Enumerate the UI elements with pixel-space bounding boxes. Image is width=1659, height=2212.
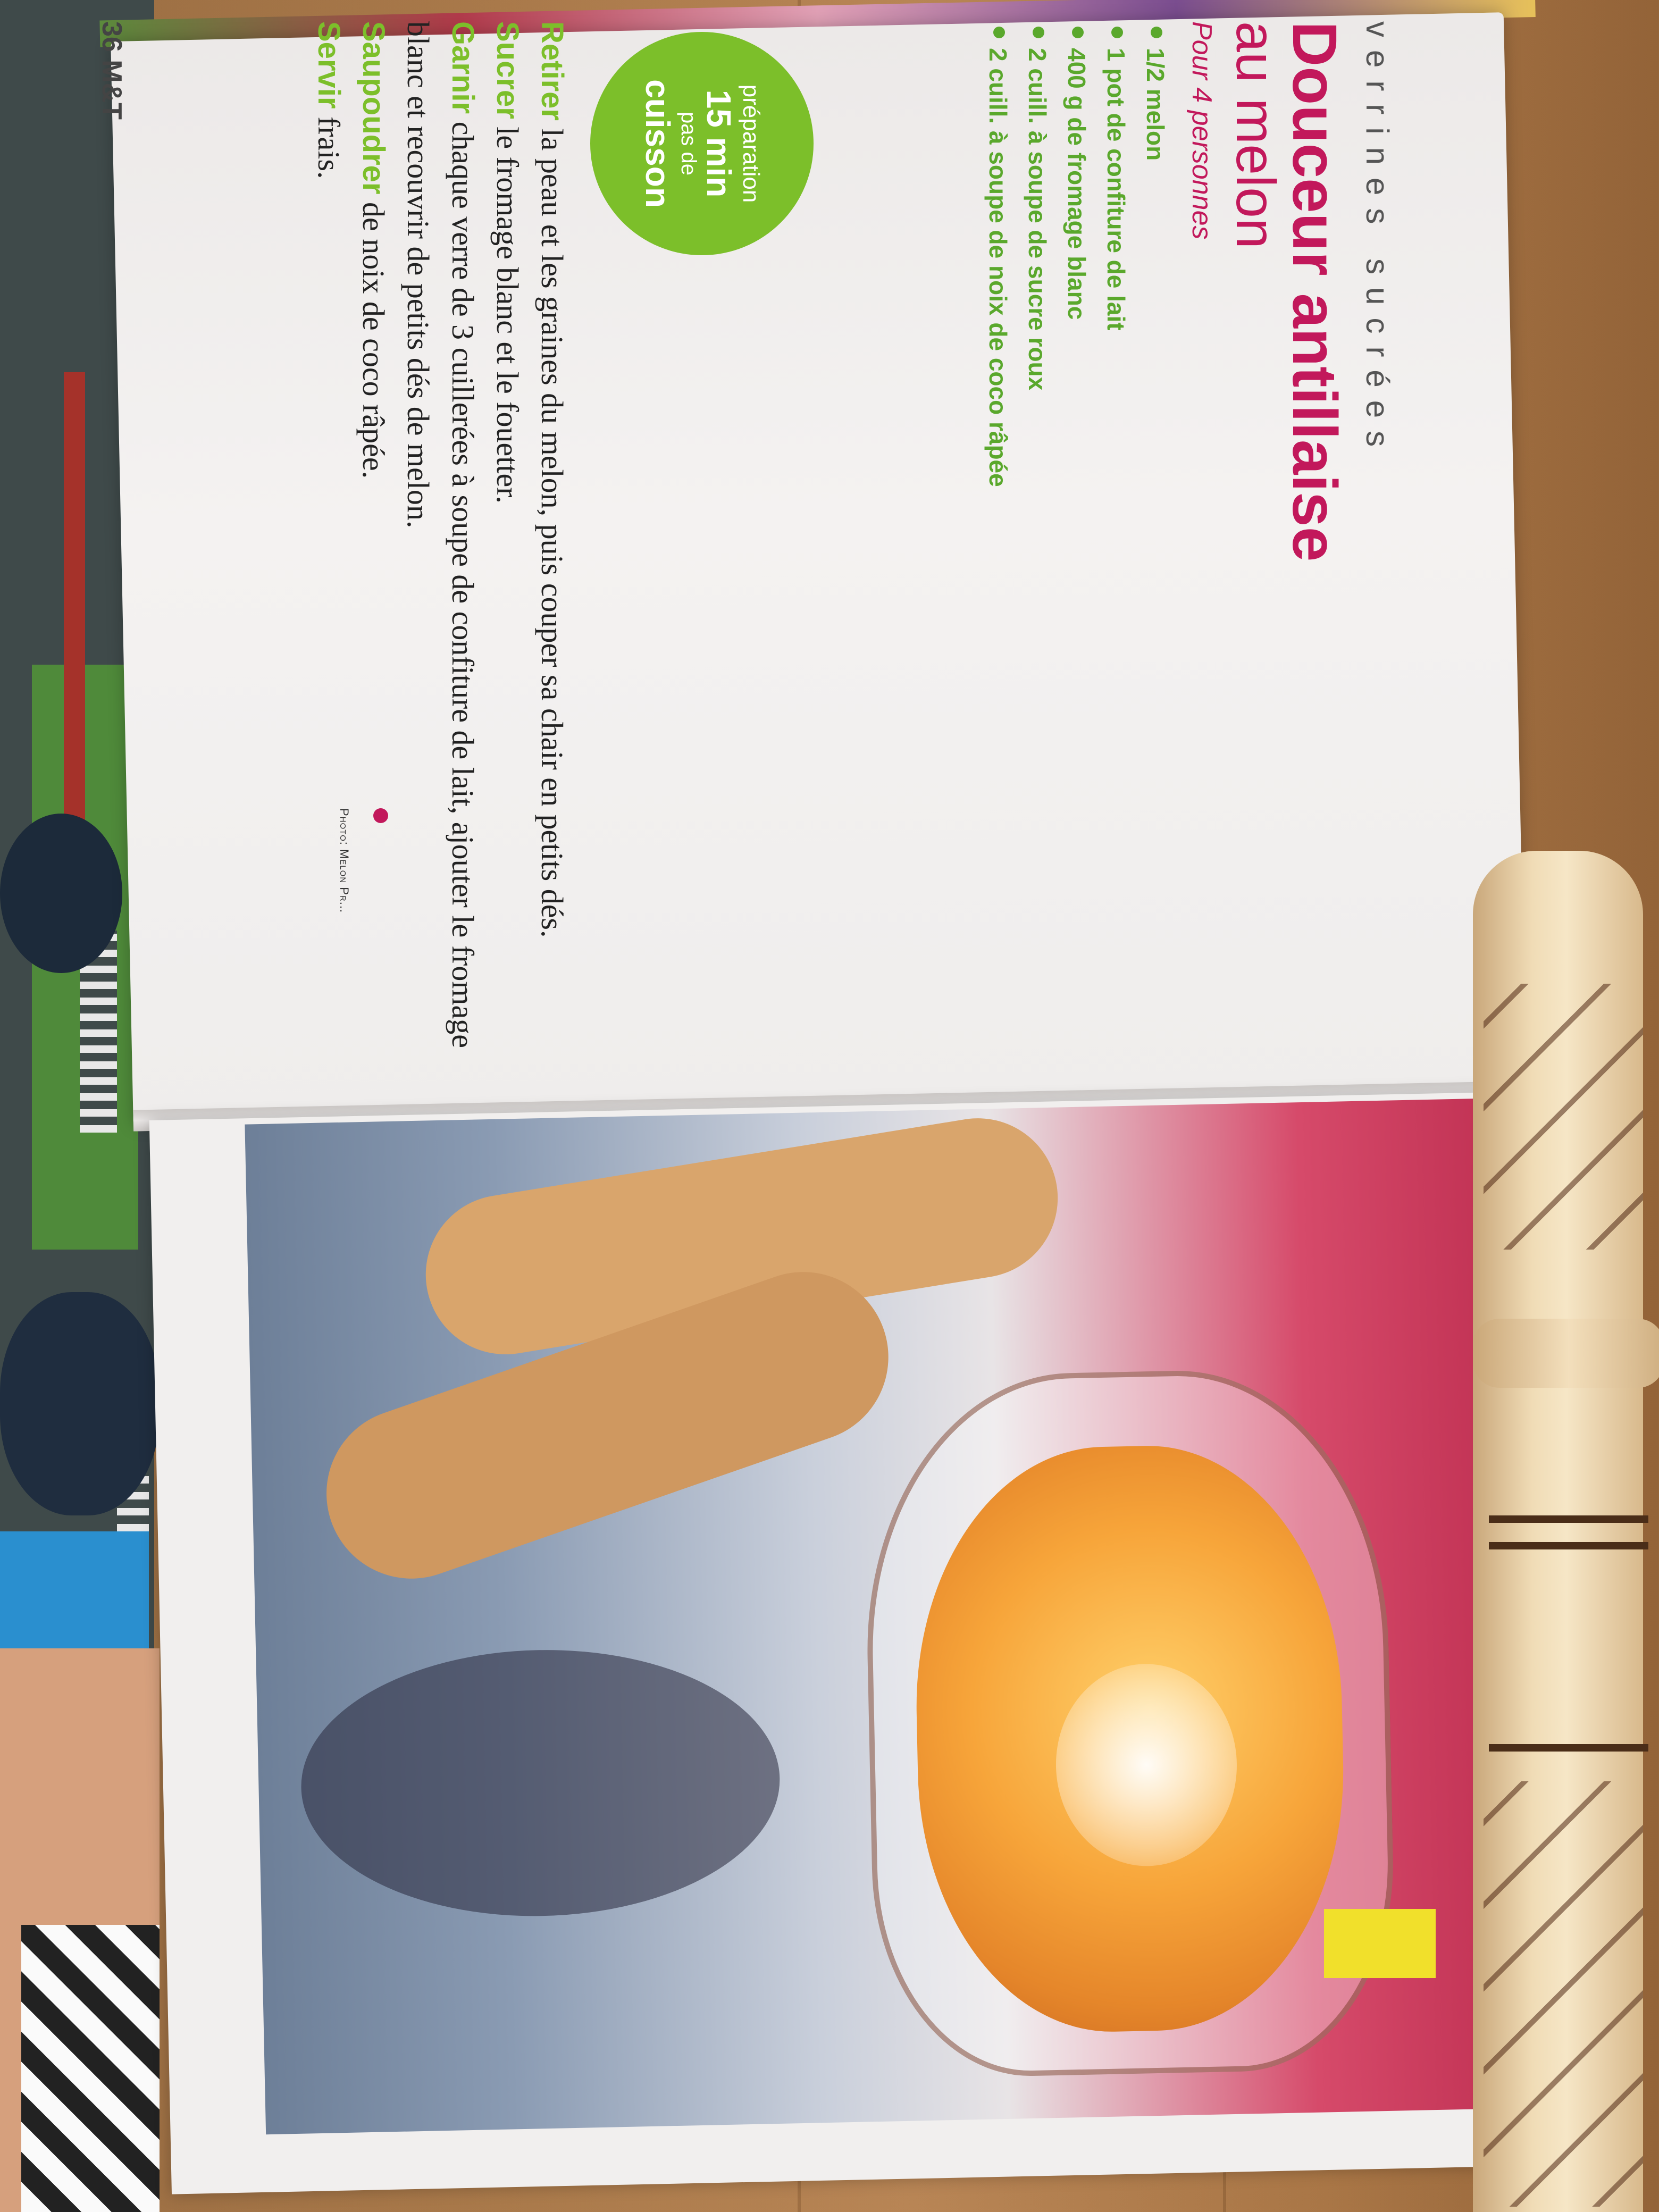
category-label: verrines sucrées <box>1360 21 1395 460</box>
bookmark-tab <box>1324 1909 1436 1978</box>
step-verb: Retirer <box>535 21 569 121</box>
step: Sucrer le fromage blanc et le fouetter. <box>490 21 525 504</box>
step-verb: Servir <box>312 21 346 109</box>
carved-pattern <box>1484 984 1643 1250</box>
bullet-icon <box>1072 27 1084 38</box>
timing-badge: préparation 15 min pas de cuisson <box>590 32 814 255</box>
ingredient-item: 2 cuill. à soupe de sucre roux <box>1018 21 1057 487</box>
step-verb: Garnir <box>446 21 480 114</box>
carved-band <box>1489 1744 1648 1752</box>
dessert-photo <box>245 1098 1505 2135</box>
step: Saupoudrer de noix de coco râpée. <box>356 21 391 479</box>
step-verb: Sucrer <box>490 21 525 119</box>
rolling-pin-collar <box>1473 1319 1659 1388</box>
carved-band <box>1489 1515 1648 1523</box>
recipe-title: Douceur antillaise <box>1279 21 1350 562</box>
step-verb: Saupoudrer <box>356 21 391 195</box>
page-number: 36 <box>96 21 127 52</box>
bullet-icon <box>1151 27 1162 38</box>
carved-band <box>1489 1542 1648 1549</box>
bullet-icon <box>993 27 1005 38</box>
prep-value: 15 min <box>700 89 739 198</box>
ingredient-item: 1/2 melon <box>1136 21 1175 487</box>
decorative-dot <box>373 808 388 823</box>
servings: Pour 4 personnes <box>1186 21 1217 240</box>
ingredient-list: 1/2 melon 1 pot de confiture de lait 400… <box>978 21 1175 487</box>
cook-label: pas de <box>677 111 701 176</box>
step: Retirer la peau et les graines du melon,… <box>535 21 569 938</box>
ingredient-item: 1 pot de confiture de lait <box>1096 21 1136 487</box>
prep-label: préparation <box>738 84 765 203</box>
recipe-subtitle: au melon <box>1225 21 1286 249</box>
photo-shadow <box>298 1645 783 1921</box>
page-footer: 36 M&T <box>96 21 128 120</box>
bullet-icon <box>1033 27 1044 38</box>
photo-credit: Photo: Melon Pr... <box>338 808 351 914</box>
recipe-content: verrines sucrées Douceur antillaise au m… <box>74 21 1425 1085</box>
publication-name: M&T <box>96 60 127 120</box>
bullet-icon <box>1111 27 1123 38</box>
ingredient-item: 2 cuill. à soupe de noix de coco râpée <box>978 21 1018 487</box>
cook-value: cuisson <box>639 79 677 208</box>
ingredient-item: 400 g de fromage blanc <box>1057 21 1096 487</box>
step: Garnir chaque verre de 3 cuillerées à so… <box>401 21 480 1048</box>
carved-pattern <box>1484 1781 1643 2207</box>
